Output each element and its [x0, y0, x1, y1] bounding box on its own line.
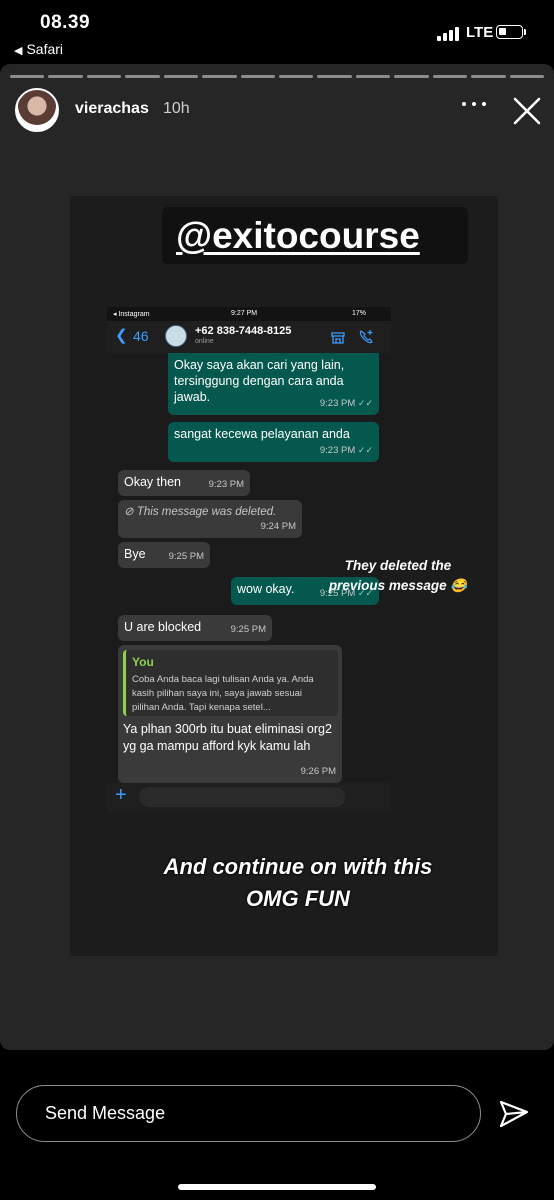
quote-author: You [132, 655, 154, 669]
message-text: sangat kecewa pelayanan anda [174, 427, 350, 441]
progress-segment [240, 75, 275, 78]
avatar[interactable] [15, 88, 59, 132]
chevron-left-icon: ❮ [115, 327, 128, 344]
progress-segment [509, 75, 544, 78]
unread-count: 46 [133, 328, 149, 344]
message-bubble: Okay then 9:23 PM [118, 470, 250, 496]
chat-input-bar: + [107, 783, 391, 811]
message-text: Ya plhan 300rb itu buat eliminasi org2 y… [123, 722, 332, 753]
chat-header: ❮ 46 +62 838-7448-8125 online [107, 321, 391, 353]
more-options-icon[interactable] [462, 98, 486, 110]
message-time: 9:23 PM [319, 398, 356, 409]
back-to-safari-link[interactable]: ◀ Safari [14, 41, 63, 57]
progress-segment [86, 75, 122, 78]
send-message-input[interactable]: Send Message [16, 1085, 481, 1142]
story-progress-bar [10, 75, 544, 78]
contact-name: +62 838-7448-8125 [195, 325, 292, 337]
progress-segment [355, 75, 391, 78]
quote-text: Coba Anda baca lagi tulisan Anda ya. And… [132, 674, 314, 713]
main-caption: And continue on with this OMG FUN [163, 854, 433, 911]
contact-presence: online [195, 338, 214, 345]
read-receipt-icon: ✓✓ [357, 445, 373, 455]
message-time: 9:26 PM [300, 766, 336, 777]
message-time: 9:23 PM [319, 445, 356, 456]
progress-segment [202, 75, 237, 78]
progress-segment [10, 75, 45, 78]
progress-segment [279, 75, 314, 78]
screenshot-status-bar: ◂ Instagram 9:27 PM 17% [107, 307, 391, 321]
plus-icon: + [115, 784, 127, 806]
message-time: 9:25 PM [230, 624, 266, 635]
send-icon[interactable] [498, 1099, 530, 1129]
message-text: This message was deleted. [136, 506, 277, 518]
network-type: LTE [466, 24, 494, 41]
progress-segment [125, 75, 160, 78]
message-bubble: Bye 9:25 PM [118, 542, 210, 568]
story-content: @exitocourse ◂ Instagram 9:27 PM 17% ❮ 4… [70, 196, 498, 956]
mention-text[interactable]: @exitocourse [176, 215, 420, 257]
message-bubble: Okay saya akan cari yang lain, tersinggu… [168, 353, 379, 415]
home-indicator [178, 1184, 376, 1190]
quoted-message: You Coba Anda baca lagi tulisan Anda ya.… [123, 650, 338, 716]
screenshot-time: 9:27 PM [231, 310, 258, 317]
story-time-ago: 10h [163, 100, 190, 117]
store-icon [331, 332, 345, 344]
side-caption: They deleted the previous message 😂 [328, 558, 468, 593]
reply-message-bubble: You Coba Anda baca lagi tulisan Anda ya.… [118, 645, 342, 783]
story-viewer[interactable]: vierachas 10h @exitocourse ◂ Instagram 9… [0, 64, 554, 1050]
progress-segment [394, 75, 429, 78]
back-arrow-icon: ◀ [14, 45, 23, 57]
message-bubble: sangat kecewa pelayanan anda 9:23 PM ✓✓ [168, 422, 379, 462]
message-bubble: U are blocked 9:25 PM [118, 615, 272, 641]
deleted-icon: ⊘ [124, 506, 134, 518]
mention-sticker[interactable]: @exitocourse [162, 207, 468, 264]
progress-segment [432, 75, 468, 78]
contact-avatar [165, 325, 187, 347]
progress-segment [163, 75, 199, 78]
story-reply-bar: Send Message [0, 1050, 554, 1200]
progress-segment [317, 75, 352, 78]
progress-segment [48, 75, 83, 78]
message-time: 9:25 PM [168, 551, 204, 562]
back-app-label: Safari [26, 41, 64, 57]
progress-segment [471, 75, 506, 78]
add-call-icon [359, 330, 373, 344]
clock: 08.39 [40, 12, 91, 33]
read-receipt-icon: ✓✓ [357, 398, 373, 408]
close-icon[interactable] [512, 96, 542, 126]
signal-icon [437, 27, 459, 41]
status-bar: 08.39 ◀ Safari LTE [0, 0, 554, 64]
chat-input-field [139, 787, 345, 807]
send-message-placeholder: Send Message [45, 1103, 166, 1123]
deleted-message-bubble: ⊘ This message was deleted. 9:24 PM [118, 500, 302, 538]
message-time: 9:23 PM [208, 479, 244, 490]
screenshot-back-app: ◂ Instagram [113, 311, 150, 318]
message-time: 9:24 PM [260, 521, 296, 532]
screenshot-battery: 17% [352, 310, 367, 317]
story-username[interactable]: vierachas [75, 100, 149, 118]
battery-icon [496, 25, 523, 39]
